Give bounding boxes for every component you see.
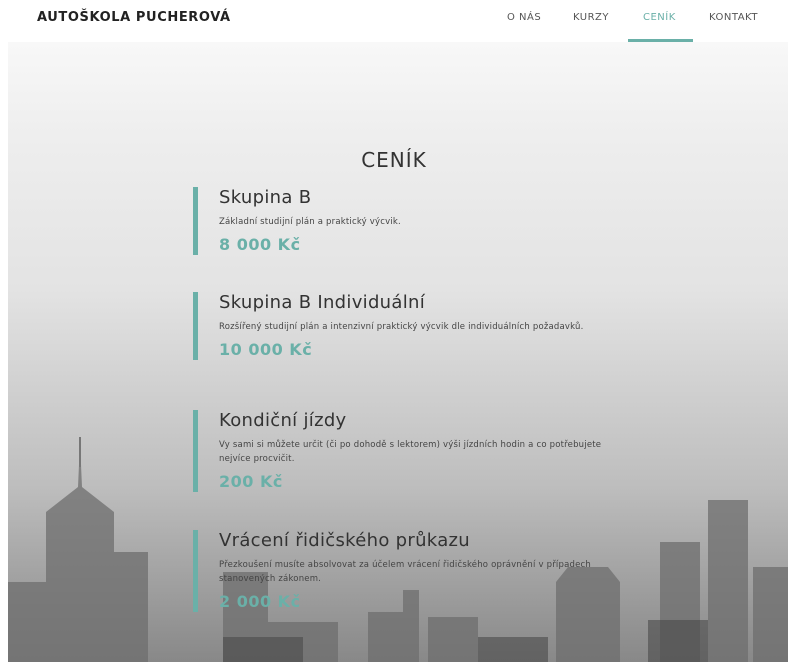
price-item-price: 8 000 Kč bbox=[219, 235, 301, 254]
price-item: Skupina B Individuální Rozšířený studijn… bbox=[193, 292, 633, 360]
price-item: Skupina B Základní studijní plán a prakt… bbox=[193, 187, 633, 255]
price-item-name: Kondiční jízdy bbox=[219, 410, 347, 431]
nav-kontakt[interactable]: KONTAKT bbox=[709, 12, 758, 23]
nav-cenik[interactable]: CENÍK bbox=[643, 12, 676, 23]
price-item-description: Rozšířený studijní plán a intenzivní pra… bbox=[219, 322, 584, 332]
nav-kurzy[interactable]: KURZY bbox=[573, 12, 609, 23]
brand-logo[interactable]: AUTOŠKOLA PUCHEROVÁ bbox=[37, 10, 231, 25]
price-item-description: Základní studijní plán a praktický výcvi… bbox=[219, 217, 401, 227]
price-item-name: Skupina B bbox=[219, 187, 312, 208]
price-item-name: Skupina B Individuální bbox=[219, 292, 426, 313]
nav-active-indicator bbox=[628, 39, 693, 42]
price-item-price: 2 000 Kč bbox=[219, 592, 301, 611]
nav-o-nas[interactable]: O NÁS bbox=[507, 12, 541, 23]
price-item: Vrácení řidičského průkazu Přezkoušení m… bbox=[193, 530, 633, 612]
price-item-price: 10 000 Kč bbox=[219, 340, 313, 359]
price-item-price: 200 Kč bbox=[219, 472, 283, 491]
top-navbar: AUTOŠKOLA PUCHEROVÁ O NÁS KURZY CENÍK KO… bbox=[0, 0, 788, 42]
pricing-title: CENÍK bbox=[361, 148, 427, 172]
price-item-description: Přezkoušení musíte absolvovat za účelem … bbox=[219, 560, 591, 584]
price-item: Kondiční jízdy Vy sami si můžete určit (… bbox=[193, 410, 633, 492]
price-item-description: Vy sami si můžete určit (či po dohodě s … bbox=[219, 440, 602, 464]
price-item-name: Vrácení řidičského průkazu bbox=[219, 530, 470, 551]
